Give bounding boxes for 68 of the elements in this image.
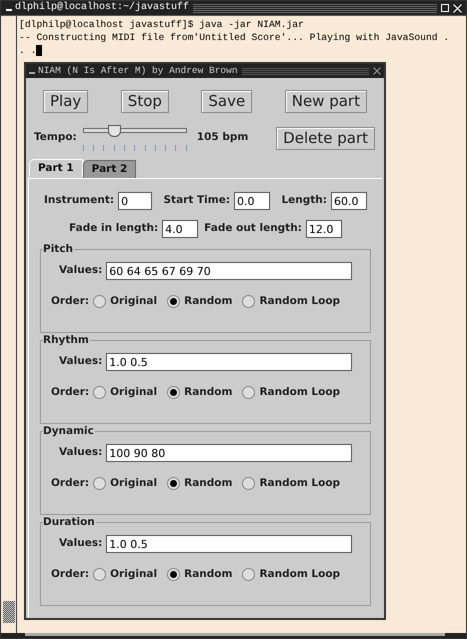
radio-label: Random Loop xyxy=(259,567,340,582)
radio-button[interactable] xyxy=(167,386,180,400)
radio-button[interactable] xyxy=(242,386,256,400)
field-label: Order: xyxy=(51,385,90,400)
text-field[interactable]: 100 90 80 xyxy=(106,444,352,462)
radio-label: Random Loop xyxy=(259,476,340,491)
tempo-reading: 105 bpm xyxy=(196,130,248,146)
radio-button[interactable] xyxy=(167,568,180,582)
slider[interactable] xyxy=(82,125,187,151)
field-label: Start Time: xyxy=(164,193,230,208)
maximize-icon[interactable] xyxy=(441,4,449,12)
terminal-line: . . xyxy=(19,44,36,57)
text-field[interactable]: 12.0 xyxy=(306,220,342,238)
radio-button[interactable] xyxy=(242,295,256,308)
field-label: Length: xyxy=(281,193,327,208)
field-label: Order: xyxy=(51,476,90,491)
push-button[interactable]: Delete part xyxy=(276,126,375,150)
field-label: Fade in length: xyxy=(69,221,158,236)
text-field[interactable]: 4.0 xyxy=(162,220,198,238)
field-label: Order: xyxy=(51,294,90,309)
text-field[interactable]: 1.0 0.5 xyxy=(106,353,352,371)
radio-button[interactable] xyxy=(242,568,256,582)
tab[interactable]: Part 2 xyxy=(82,160,136,178)
slider-ticks-icon xyxy=(82,145,187,151)
window-title: NIAM (N Is After M) by Andrew Brown xyxy=(38,66,238,76)
radio-label: Random xyxy=(184,476,232,491)
text-field[interactable]: 0.0 xyxy=(234,192,270,210)
field-label: Values: xyxy=(59,354,102,370)
radio-label: Original xyxy=(110,294,158,309)
tab[interactable]: Part 1 xyxy=(29,159,83,177)
radio-label: Original xyxy=(110,567,158,582)
text-field[interactable]: 1.0 0.5 xyxy=(106,535,352,553)
terminal-line: [dlphilp@localhost javastuff]$ java -jar NIAM.jar xyxy=(19,18,304,31)
push-button[interactable]: Play xyxy=(43,90,88,113)
radio-label: Original xyxy=(110,385,158,400)
radio-button[interactable] xyxy=(93,295,106,308)
radio-button[interactable] xyxy=(242,477,256,490)
radio-button[interactable] xyxy=(167,477,180,490)
close-icon[interactable] xyxy=(373,67,381,75)
radio-button[interactable] xyxy=(93,386,106,400)
radio-label: Random xyxy=(184,294,232,309)
push-button[interactable]: New part xyxy=(284,90,367,113)
window-title: dlphilp@localhost:~/javastuff xyxy=(15,3,190,13)
terminal-line: -- Constructing MIDI file from'Untitled Score'... Playing with JavaSound . xyxy=(19,31,450,44)
push-button[interactable]: Stop xyxy=(120,90,169,113)
field-label: Order: xyxy=(51,567,90,582)
radio-label: Random xyxy=(184,567,232,582)
text-field[interactable]: 60 64 65 67 69 70 xyxy=(106,262,352,280)
field-label: Fade out length: xyxy=(204,221,302,236)
field-label: Values: xyxy=(59,536,102,552)
field-label: Instrument: xyxy=(44,193,114,208)
scrollbar[interactable] xyxy=(1,16,17,633)
scrollbar-thumb[interactable] xyxy=(3,601,15,623)
radio-button[interactable] xyxy=(93,568,106,582)
field-label: Values: xyxy=(59,263,102,278)
radio-button[interactable] xyxy=(167,295,180,308)
tempo-label: Tempo: xyxy=(34,130,77,146)
text-field[interactable]: 0 xyxy=(118,192,152,210)
radio-label: Random Loop xyxy=(259,385,340,400)
text-field[interactable]: 60.0 xyxy=(330,192,367,210)
slider-thumb[interactable] xyxy=(108,125,121,137)
radio-label: Random xyxy=(184,385,232,400)
radio-label: Random Loop xyxy=(259,294,340,309)
field-label: Values: xyxy=(59,445,102,460)
push-button[interactable]: Save xyxy=(201,90,252,113)
cursor-icon xyxy=(36,45,42,56)
radio-label: Original xyxy=(110,476,158,491)
radio-button[interactable] xyxy=(93,477,106,490)
